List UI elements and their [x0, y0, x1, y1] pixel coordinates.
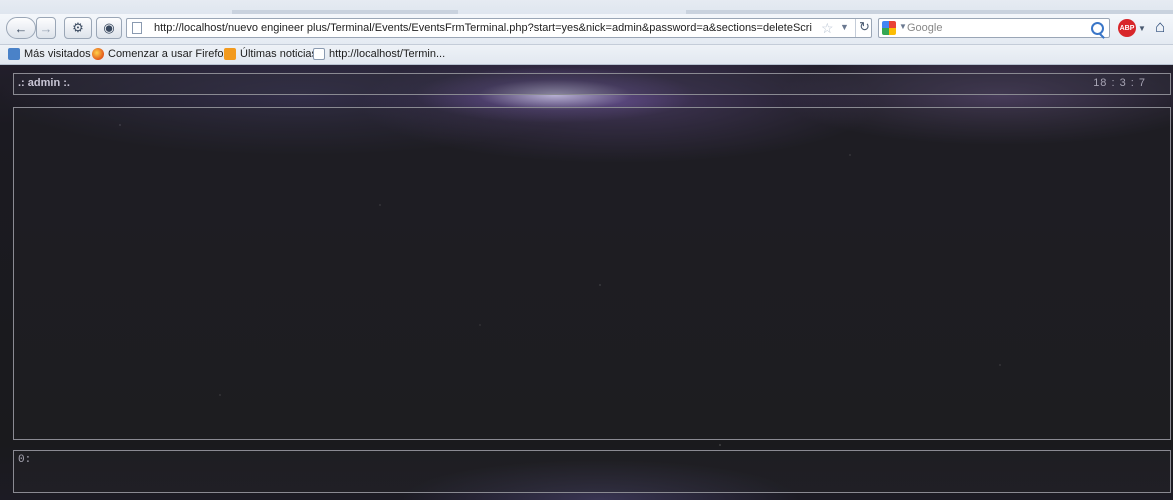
search-engine-dropdown-icon[interactable]: ▼: [899, 22, 907, 31]
navigation-toolbar: ← → ⚙ ◉ http://localhost/nuevo engineer …: [0, 14, 1173, 45]
browser-window: ← → ⚙ ◉ http://localhost/nuevo engineer …: [0, 0, 1173, 500]
forward-button[interactable]: →: [36, 17, 56, 39]
clock-label: 18 : 3 : 7: [1093, 77, 1146, 89]
addon-button[interactable]: ⚙: [64, 17, 92, 39]
reload-icon[interactable]: ↻: [855, 19, 873, 37]
url-bar[interactable]: http://localhost/nuevo engineer plus/Ter…: [126, 18, 872, 38]
firefox-icon: [92, 48, 104, 60]
bookmark-most-visited[interactable]: Más visitados: [8, 48, 91, 60]
bookmark-label: Comenzar a usar Firefox: [108, 48, 230, 60]
bookmark-localhost[interactable]: http://localhost/Termin...: [313, 48, 445, 60]
search-input[interactable]: Google: [907, 22, 942, 34]
page-content: .: admin :. 18 : 3 : 7 0:: [0, 65, 1173, 500]
terminal-header: .: admin :. 18 : 3 : 7: [13, 73, 1171, 95]
back-button[interactable]: ←: [6, 17, 36, 39]
bookmark-label: Últimas noticias: [240, 48, 318, 60]
bookmark-getting-started[interactable]: Comenzar a usar Firefox: [92, 48, 229, 60]
input-prompt: 0:: [18, 454, 32, 466]
eye-icon: ◉: [103, 20, 115, 35]
search-icon[interactable]: [1091, 22, 1104, 35]
google-icon[interactable]: [882, 21, 896, 35]
page-icon: [132, 22, 142, 34]
puzzle-icon: ⚙: [72, 20, 84, 35]
home-icon[interactable]: ⌂: [1155, 17, 1165, 37]
url-dropdown-icon[interactable]: ▼: [840, 22, 849, 32]
url-text[interactable]: http://localhost/nuevo engineer plus/Ter…: [154, 22, 812, 34]
rss-icon: [224, 48, 236, 60]
bookmark-label: Más visitados: [24, 48, 91, 60]
search-bar[interactable]: ▼ Google: [878, 18, 1110, 38]
bookmark-label: http://localhost/Termin...: [329, 48, 446, 60]
forward-arrow-icon: →: [39, 20, 53, 36]
terminal-output[interactable]: [13, 107, 1171, 440]
bookmarks-toolbar: Más visitados Comenzar a usar Firefox Úl…: [0, 45, 1173, 65]
bookmark-latest-news[interactable]: Últimas noticias: [224, 48, 317, 60]
back-arrow-icon: ←: [14, 20, 28, 36]
addon-button-2[interactable]: ◉: [96, 17, 122, 39]
bookmark-star-icon[interactable]: ☆: [821, 20, 834, 37]
tab-strip: [0, 0, 1173, 14]
adblock-dropdown-icon[interactable]: ▼: [1138, 24, 1146, 33]
adblock-icon[interactable]: ABP: [1118, 19, 1136, 37]
page-icon: [313, 48, 325, 60]
user-label: .: admin :.: [18, 77, 70, 89]
terminal-input[interactable]: 0:: [13, 450, 1171, 493]
most-visited-icon: [8, 48, 20, 60]
